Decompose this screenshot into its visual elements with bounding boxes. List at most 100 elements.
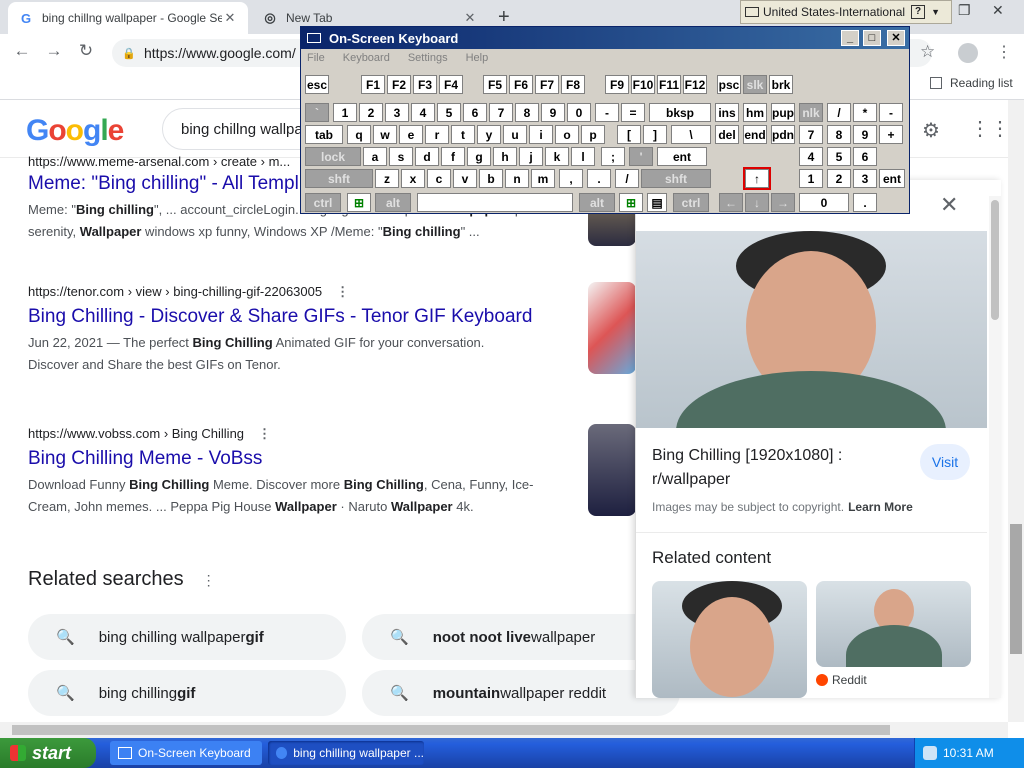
gear-icon[interactable]: ⚙ — [922, 118, 940, 143]
osk-key[interactable]: \ — [671, 125, 711, 144]
osk-key[interactable]: shft — [641, 169, 711, 188]
osk-key[interactable]: pdn — [771, 125, 795, 144]
image-caption[interactable]: Bing Chilling [1920x1080] : r/wallpaper — [652, 444, 882, 492]
osk-key[interactable]: ← — [719, 193, 743, 212]
osk-key[interactable]: 7 — [489, 103, 513, 122]
menu-settings[interactable]: Settings — [408, 52, 448, 64]
osk-key[interactable]: r — [425, 125, 449, 144]
osk-key[interactable]: F6 — [509, 75, 533, 94]
tab-google-search[interactable]: G bing chillng wallpaper - Google Search… — [8, 2, 248, 34]
clock[interactable]: 10:31 AM — [943, 746, 994, 760]
osk-key[interactable]: i — [529, 125, 553, 144]
osk-key[interactable]: ; — [601, 147, 625, 166]
osk-key[interactable]: f — [441, 147, 465, 166]
result-url[interactable]: https://tenor.com › view › bing-chilling… — [28, 284, 588, 300]
osk-key[interactable]: = — [621, 103, 645, 122]
osk-key[interactable]: esc — [305, 75, 329, 94]
osk-key[interactable]: h — [493, 147, 517, 166]
osk-key[interactable]: * — [853, 103, 877, 122]
related-search-chip[interactable]: 🔍 bing chilling wallpaper gif — [28, 614, 346, 660]
related-search-chip[interactable]: 🔍 mountain wallpaper reddit — [362, 670, 680, 716]
result-title[interactable]: Bing Chilling - Discover & Share GIFs - … — [28, 306, 588, 328]
browser-menu-icon[interactable]: ⋮ — [996, 42, 1012, 62]
osk-key[interactable]: . — [853, 193, 877, 212]
osk-key[interactable]: 6 — [853, 147, 877, 166]
minimize-icon[interactable]: _ — [841, 30, 859, 46]
osk-key[interactable]: v — [453, 169, 477, 188]
osk-key[interactable]: 5 — [437, 103, 461, 122]
osk-key[interactable]: alt — [375, 193, 411, 212]
network-icon[interactable] — [923, 746, 937, 760]
osk-key[interactable]: nlk — [799, 103, 823, 122]
osk-key[interactable]: ↓ — [745, 193, 769, 212]
osk-key[interactable]: F7 — [535, 75, 559, 94]
osk-key[interactable]: psc — [717, 75, 741, 94]
osk-key[interactable]: F8 — [561, 75, 585, 94]
preview-image[interactable] — [636, 231, 987, 428]
osk-key[interactable]: a — [363, 147, 387, 166]
osk-key[interactable]: del — [715, 125, 739, 144]
more-options-icon[interactable]: ⋮ — [258, 426, 271, 441]
osk-key[interactable]: ctrl — [673, 193, 709, 212]
osk-key[interactable]: p — [581, 125, 605, 144]
osk-key[interactable]: 2 — [359, 103, 383, 122]
visit-button[interactable]: Visit — [920, 444, 970, 480]
osk-key[interactable]: pup — [771, 103, 795, 122]
osk-key[interactable]: b — [479, 169, 503, 188]
osk-key[interactable]: / — [615, 169, 639, 188]
osk-key[interactable]: F10 — [631, 75, 655, 94]
osk-key[interactable]: u — [503, 125, 527, 144]
chevron-down-icon[interactable]: ▼ — [931, 7, 940, 17]
osk-key[interactable]: . — [587, 169, 611, 188]
osk-key[interactable]: lock — [305, 147, 361, 166]
help-icon[interactable]: ? — [911, 5, 926, 19]
osk-key[interactable]: F2 — [387, 75, 411, 94]
result-thumbnail[interactable] — [588, 424, 636, 516]
osk-key[interactable]: 4 — [411, 103, 435, 122]
start-button[interactable]: start — [0, 738, 96, 768]
osk-key[interactable]: 0 — [799, 193, 849, 212]
tab-close-icon[interactable]: ✕ — [222, 10, 238, 26]
osk-key[interactable]: 3 — [385, 103, 409, 122]
osk-key[interactable]: ↑ — [743, 167, 771, 190]
osk-key[interactable]: alt — [579, 193, 615, 212]
osk-key[interactable]: 8 — [827, 125, 851, 144]
menu-help[interactable]: Help — [466, 52, 489, 64]
osk-key[interactable]: z — [375, 169, 399, 188]
close-icon[interactable]: ✕ — [887, 30, 905, 46]
osk-key[interactable]: F11 — [657, 75, 681, 94]
osk-key[interactable]: end — [743, 125, 767, 144]
back-arrow-icon[interactable]: ← — [10, 41, 34, 63]
osk-key[interactable]: ` — [305, 103, 329, 122]
osk-title-bar[interactable]: On-Screen Keyboard _ □ ✕ — [301, 27, 909, 49]
osk-key[interactable]: 7 — [799, 125, 823, 144]
osk-key[interactable]: ⊞ — [347, 193, 371, 212]
osk-key[interactable]: / — [827, 103, 851, 122]
result-url[interactable]: https://www.vobss.com › Bing Chilling ⋮ — [28, 426, 588, 442]
forward-arrow-icon[interactable]: → — [42, 41, 66, 63]
osk-key[interactable]: F1 — [361, 75, 385, 94]
osk-key[interactable]: 8 — [515, 103, 539, 122]
osk-key[interactable]: ⊞ — [619, 193, 643, 212]
osk-key[interactable]: g — [467, 147, 491, 166]
result-thumbnail[interactable] — [588, 282, 636, 374]
osk-key[interactable]: c — [427, 169, 451, 188]
related-search-chip[interactable]: 🔍 bing chilling gif — [28, 670, 346, 716]
osk-key[interactable]: q — [347, 125, 371, 144]
page-horizontal-scrollbar[interactable] — [0, 722, 1008, 738]
osk-key[interactable]: e — [399, 125, 423, 144]
reload-icon[interactable]: ↻ — [74, 41, 98, 63]
osk-key[interactable]: , — [559, 169, 583, 188]
osk-key[interactable]: 1 — [333, 103, 357, 122]
osk-key[interactable]: l — [571, 147, 595, 166]
osk-key[interactable]: y — [477, 125, 501, 144]
osk-key[interactable]: m — [531, 169, 555, 188]
osk-key[interactable]: w — [373, 125, 397, 144]
close-window-icon[interactable]: ✕ — [992, 2, 1004, 19]
related-search-chip[interactable]: 🔍 noot noot live wallpaper — [362, 614, 680, 660]
osk-key[interactable]: bksp — [649, 103, 711, 122]
osk-key[interactable]: ▤ — [647, 193, 667, 212]
taskbar-item-osk[interactable]: On-Screen Keyboard — [110, 741, 262, 765]
osk-key[interactable]: k — [545, 147, 569, 166]
osk-key[interactable]: - — [595, 103, 619, 122]
